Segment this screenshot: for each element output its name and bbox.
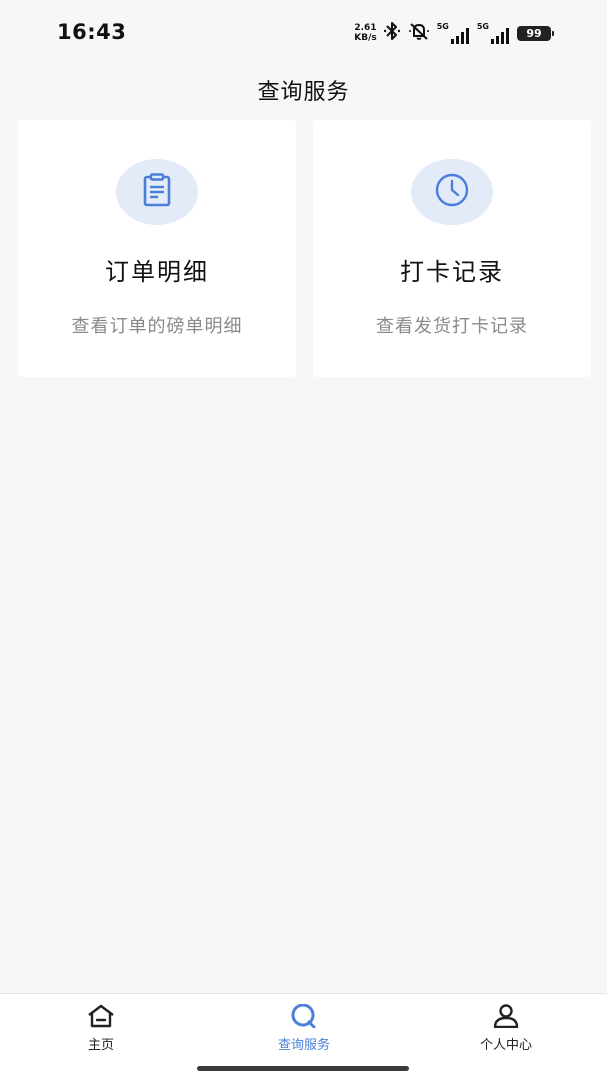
nav-label: 个人中心 bbox=[479, 1038, 532, 1053]
service-cards: 订单明细 查看订单的磅单明细 打卡记录 查看发货打卡记录 bbox=[18, 120, 592, 377]
signal-bars-icon bbox=[491, 28, 509, 44]
nav-item-query-service[interactable]: 查询服务 bbox=[244, 1003, 364, 1053]
home-icon bbox=[86, 1004, 116, 1032]
clipboard-icon bbox=[139, 172, 175, 212]
search-icon bbox=[288, 1003, 320, 1032]
nav-label: 查询服务 bbox=[277, 1038, 330, 1053]
nav-item-home[interactable]: 主页 bbox=[41, 1004, 161, 1053]
page-title: 查询服务 bbox=[257, 80, 350, 105]
network-speed-unit: KB/s bbox=[354, 33, 377, 43]
nav-label: 主页 bbox=[87, 1038, 114, 1053]
clock-icon bbox=[434, 172, 470, 212]
battery-level: 99 bbox=[526, 26, 542, 40]
sim1-network-type: 5G bbox=[436, 22, 449, 31]
network-speed-value: 2.61 bbox=[354, 23, 377, 33]
mute-bell-icon bbox=[407, 21, 431, 45]
card-icon-circle bbox=[411, 159, 493, 225]
signal-sim2: 5G bbox=[477, 22, 511, 44]
status-icons: 2.61 KB/s 5G 5G 99 bbox=[354, 20, 554, 46]
card-title: 订单明细 bbox=[105, 258, 209, 286]
checkin-record-card[interactable]: 打卡记录 查看发货打卡记录 bbox=[313, 120, 591, 377]
card-description: 查看订单的磅单明细 bbox=[71, 316, 243, 337]
screen: 16:43 2.61 KB/s 5G 5G 99 查询服务 订单明细 查看订单的… bbox=[0, 0, 607, 1080]
signal-bars-icon bbox=[450, 28, 469, 44]
card-icon-circle bbox=[116, 159, 198, 225]
card-title: 打卡记录 bbox=[400, 258, 504, 286]
card-description: 查看发货打卡记录 bbox=[376, 316, 528, 337]
signal-sim1: 5G bbox=[437, 22, 471, 44]
sim2-network-type: 5G bbox=[476, 22, 489, 31]
status-bar: 16:43 2.61 KB/s 5G 5G 99 bbox=[0, 0, 607, 64]
status-time: 16:43 bbox=[57, 20, 127, 44]
bluetooth-icon bbox=[383, 21, 401, 45]
home-indicator[interactable] bbox=[197, 1066, 409, 1071]
order-detail-card[interactable]: 订单明细 查看订单的磅单明细 bbox=[18, 120, 296, 377]
nav-item-profile[interactable]: 个人中心 bbox=[446, 1004, 566, 1053]
battery-icon: 99 bbox=[517, 25, 554, 41]
network-speed: 2.61 KB/s bbox=[354, 23, 376, 43]
user-icon bbox=[491, 1004, 521, 1032]
